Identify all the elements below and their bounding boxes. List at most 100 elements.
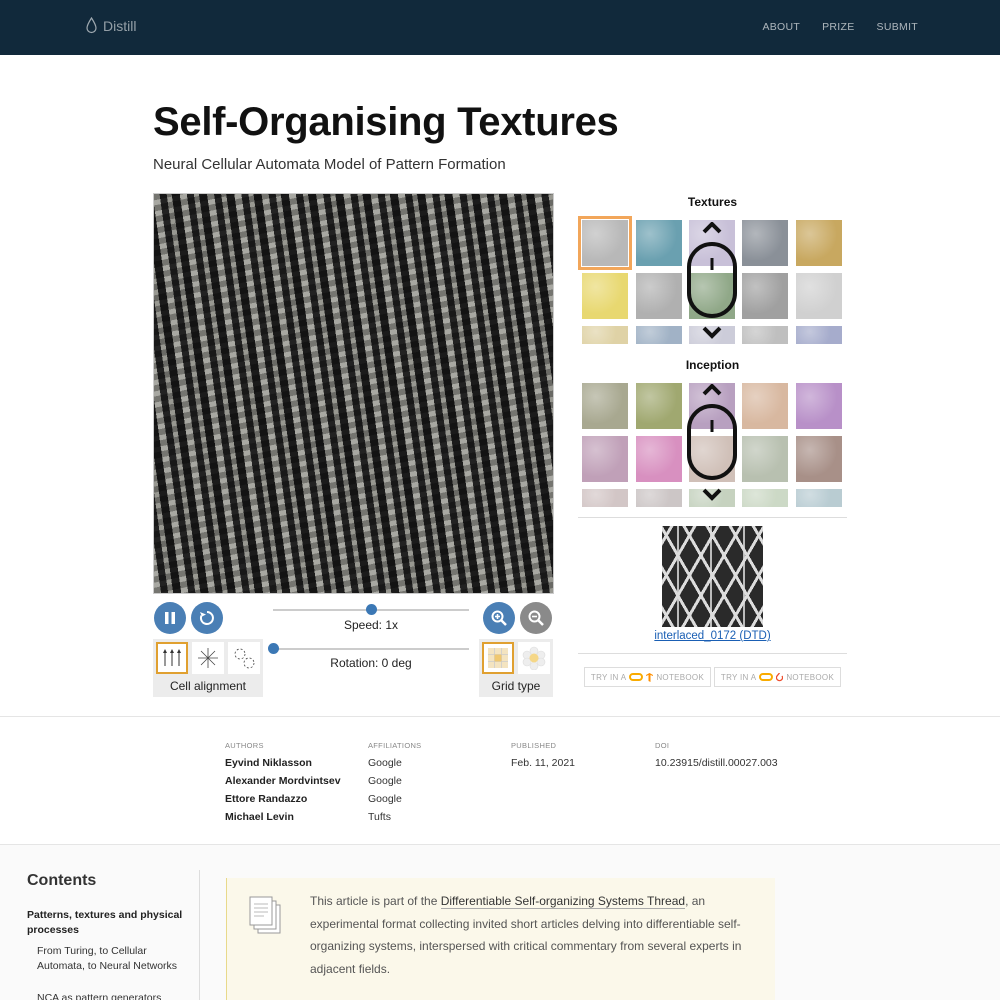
pause-button[interactable] xyxy=(154,602,186,634)
toc-subitem[interactable]: From Turing, to Cellular Automata, to Ne… xyxy=(37,944,187,974)
thread-note-text: This article is part of the Differentiab… xyxy=(310,890,760,980)
top-navigation-bar: Distill ABOUT PRIZE SUBMIT xyxy=(0,0,1000,55)
pause-icon xyxy=(165,612,175,624)
radial-arrows-icon xyxy=(198,648,218,668)
texture-thumbnail[interactable] xyxy=(742,273,788,319)
cell-alignment-panel: Cell alignment xyxy=(153,639,263,697)
texture-thumbnail[interactable] xyxy=(796,273,842,319)
brand-name: Distill xyxy=(103,17,137,34)
cell-alignment-label: Cell alignment xyxy=(169,679,247,693)
mouse-scroll-icon-2 xyxy=(687,384,737,501)
inception-thumbnail[interactable] xyxy=(582,383,628,429)
byline-top-border xyxy=(0,716,1000,717)
texture-thumbnail[interactable] xyxy=(796,220,842,266)
author-name[interactable]: Eyvind Niklasson xyxy=(225,757,312,769)
author-name[interactable]: Ettore Randazzo xyxy=(225,793,307,805)
grid-square-option[interactable] xyxy=(482,642,514,674)
toc-subitem[interactable]: NCA as pattern generators xyxy=(37,991,187,1000)
inception-thumbnail[interactable] xyxy=(582,436,628,482)
texture-thumbnail[interactable] xyxy=(582,326,628,344)
main-nav: ABOUT PRIZE SUBMIT xyxy=(762,21,918,33)
toc-divider xyxy=(199,870,200,1000)
grid-type-panel: Grid type xyxy=(479,639,553,697)
texture-simulation-canvas[interactable] xyxy=(153,193,554,594)
distill-logo-link[interactable]: Distill xyxy=(86,17,136,34)
colab-icon xyxy=(759,673,774,681)
selected-texture-link[interactable]: interlaced_0172 (DTD) xyxy=(640,630,785,642)
contents-title: Contents xyxy=(27,872,97,889)
square-grid-icon xyxy=(488,648,508,668)
refresh-icon xyxy=(199,611,214,625)
texture-thumbnail[interactable] xyxy=(578,216,632,270)
published-date: Feb. 11, 2021 xyxy=(511,757,576,769)
texture-thumbnail[interactable] xyxy=(636,273,682,319)
selected-texture-preview xyxy=(662,526,763,627)
hex-grid-icon xyxy=(522,646,546,670)
texture-thumbnail[interactable] xyxy=(796,326,842,344)
texture-thumbnail[interactable] xyxy=(742,220,788,266)
grid-type-label: Grid type xyxy=(491,679,541,693)
zoom-out-button[interactable] xyxy=(520,602,552,634)
colab-icon xyxy=(629,673,644,681)
speed-label: Speed: 1x xyxy=(343,618,399,632)
inception-thumbnail[interactable] xyxy=(582,489,628,507)
affiliation[interactable]: Tufts xyxy=(368,811,391,823)
toc-item-patterns[interactable]: Patterns, textures and physical processe… xyxy=(27,908,187,938)
mouse-scroll-icon xyxy=(687,222,737,339)
texture-thumbnail[interactable] xyxy=(582,273,628,319)
inception-thumbnail[interactable] xyxy=(796,436,842,482)
thread-link[interactable]: Differentiable Self-organizing Systems T… xyxy=(440,894,686,909)
circular-arrows-icon xyxy=(234,648,255,669)
affiliation[interactable]: Google xyxy=(368,793,402,805)
grid-hex-option[interactable] xyxy=(518,642,550,674)
author-name[interactable]: Alexander Mordvintsev xyxy=(225,775,341,787)
thread-text-before: This article is part of the xyxy=(310,894,441,908)
gallery-divider xyxy=(578,517,847,518)
tensorflow-icon xyxy=(646,672,654,682)
nav-prize-link[interactable]: PRIZE xyxy=(822,21,854,33)
alignment-radial-option[interactable] xyxy=(192,642,224,674)
colab-suffix: NOTEBOOK xyxy=(656,672,705,682)
documents-icon xyxy=(249,896,281,934)
colab-pytorch-button[interactable]: TRY IN A NOTEBOOK xyxy=(714,667,841,687)
textures-heading: Textures xyxy=(687,195,738,209)
alignment-fixed-option[interactable] xyxy=(156,642,188,674)
inception-thumbnail[interactable] xyxy=(796,383,842,429)
rotation-slider-track[interactable] xyxy=(273,648,469,650)
zoom-out-icon xyxy=(528,610,544,626)
texture-thumbnail[interactable] xyxy=(636,326,682,344)
alignment-circular-option[interactable] xyxy=(228,642,260,674)
pytorch-icon xyxy=(776,672,784,681)
inception-thumbnail[interactable] xyxy=(742,383,788,429)
rotation-slider-thumb[interactable] xyxy=(267,643,279,654)
inception-thumbnail[interactable] xyxy=(742,489,788,507)
doi-value[interactable]: 10.23915/distill.00027.003 xyxy=(655,757,778,769)
published-heading: PUBLISHED xyxy=(511,741,557,750)
article-title: Self-Organising Textures xyxy=(153,100,619,144)
zoom-in-button[interactable] xyxy=(483,602,515,634)
inception-thumbnail[interactable] xyxy=(636,489,682,507)
affiliation[interactable]: Google xyxy=(368,775,402,787)
nav-about-link[interactable]: ABOUT xyxy=(762,21,800,33)
colab-tensorflow-button[interactable]: TRY IN A NOTEBOOK xyxy=(584,667,711,687)
affiliations-heading: AFFILIATIONS xyxy=(368,741,422,750)
affiliation[interactable]: Google xyxy=(368,757,402,769)
colab-prefix: TRY IN A xyxy=(590,672,627,682)
speed-slider-thumb[interactable] xyxy=(365,604,377,615)
nav-submit-link[interactable]: SUBMIT xyxy=(877,21,918,33)
inception-thumbnail[interactable] xyxy=(796,489,842,507)
droplet-icon xyxy=(86,17,97,34)
zoom-in-icon xyxy=(491,610,507,626)
article-subtitle: Neural Cellular Automata Model of Patter… xyxy=(153,156,506,173)
parallel-arrows-icon xyxy=(163,649,181,666)
inception-thumbnail[interactable] xyxy=(636,383,682,429)
texture-thumbnail[interactable] xyxy=(636,220,682,266)
author-name[interactable]: Michael Levin xyxy=(225,811,294,823)
inception-thumbnail[interactable] xyxy=(742,436,788,482)
reset-button[interactable] xyxy=(191,602,223,634)
colab-prefix: TRY IN A xyxy=(720,672,757,682)
texture-thumbnail[interactable] xyxy=(742,326,788,344)
inception-thumbnail[interactable] xyxy=(636,436,682,482)
rotation-label: Rotation: 0 deg xyxy=(330,656,412,670)
authors-heading: AUTHORS xyxy=(225,741,264,750)
